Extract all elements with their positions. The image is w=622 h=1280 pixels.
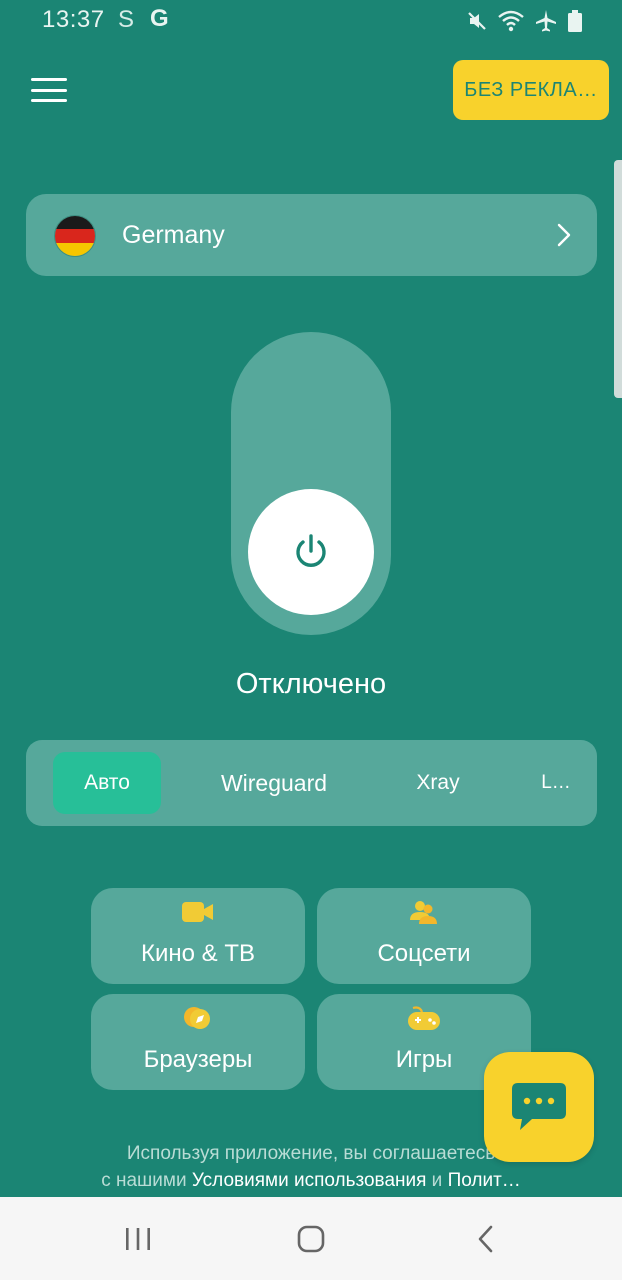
back-button[interactable] [466,1221,506,1257]
scrollbar[interactable] [614,160,622,398]
tab-more[interactable]: L… [536,752,576,814]
mute-icon [468,12,486,30]
menu-icon-bar [31,99,67,102]
home-button[interactable] [291,1221,331,1257]
terms-prefix: с нашими [101,1170,192,1191]
terms-line-2: с нашими Условиями использования и Полит… [0,1167,622,1194]
country-name: Germany [122,221,225,249]
chat-icon [512,1083,566,1130]
status-s-indicator: S [118,6,135,33]
battery-icon [568,10,582,32]
connection-status: Отключено [235,668,387,700]
status-icons [466,9,582,33]
airplane-icon [536,10,556,32]
tab-auto[interactable]: Авто [53,752,161,814]
privacy-policy-link[interactable]: Полит… [448,1170,521,1191]
terms-of-use-link[interactable]: Условиями использования [192,1170,427,1191]
category-label: Соцсети [377,940,471,967]
power-icon [296,534,326,567]
terms-and: и [426,1170,448,1191]
gamepad-icon [408,1006,440,1030]
power-button[interactable] [248,489,374,615]
people-icon [410,901,437,924]
system-nav-bar [0,1197,622,1280]
support-chat-button[interactable] [484,1052,594,1162]
menu-button[interactable] [28,72,70,108]
camera-icon [182,902,213,922]
category-label: Кино & ТВ [141,940,255,967]
status-g-indicator: G [150,5,169,32]
category-movies-button[interactable]: Кино & ТВ [91,888,305,984]
category-label: Браузеры [143,1046,253,1073]
menu-icon-bar [31,78,67,81]
no-ads-button[interactable]: БЕЗ РЕКЛА… [453,60,609,120]
compass-icon [184,1007,210,1029]
protocol-tabs: Авто Wireguard Xray L… [26,740,597,826]
chevron-right-icon [557,223,571,247]
wifi-icon [498,10,524,32]
recent-apps-icon [126,1228,150,1250]
back-icon [478,1225,493,1253]
category-browsers-button[interactable]: Браузеры [91,994,305,1090]
status-bar: 13:37 S G [0,0,622,44]
menu-icon-bar [31,88,67,92]
tab-xray[interactable]: Xray [406,752,470,814]
status-time: 13:37 [42,6,105,33]
home-icon [297,1225,325,1253]
recent-apps-button[interactable] [118,1221,158,1257]
country-selector[interactable]: Germany [26,194,597,276]
tab-wireguard[interactable]: Wireguard [206,752,342,814]
category-social-button[interactable]: Соцсети [317,888,531,984]
germany-flag-icon [54,215,96,257]
